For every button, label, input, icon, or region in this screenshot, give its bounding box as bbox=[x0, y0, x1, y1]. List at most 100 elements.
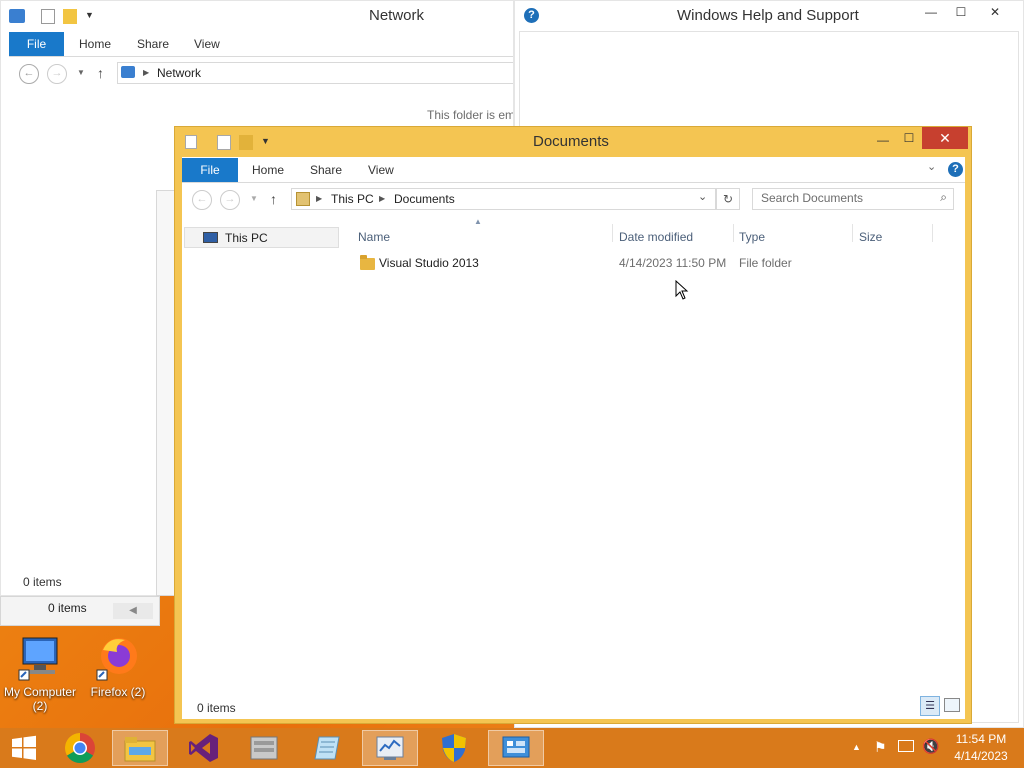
recent-locations-icon[interactable]: ▼ bbox=[250, 194, 258, 203]
up-button[interactable]: ↑ bbox=[97, 65, 104, 81]
desktop-icon-my-computer[interactable]: My Computer (2) bbox=[0, 634, 80, 713]
nav-item-this-pc[interactable]: This PC bbox=[184, 227, 339, 248]
forward-button[interactable]: → bbox=[220, 190, 240, 210]
back-button[interactable]: ← bbox=[19, 64, 39, 84]
column-header-size[interactable]: Size bbox=[859, 226, 882, 248]
properties-icon[interactable] bbox=[41, 9, 55, 24]
status-bar-text: 0 items bbox=[23, 575, 62, 589]
notepad-icon bbox=[314, 736, 340, 760]
background-explorer-window: 0 items ◀ bbox=[0, 596, 160, 626]
network-ribbon: File Home Share View bbox=[1, 32, 513, 56]
folder-icon[interactable] bbox=[239, 135, 253, 150]
address-bar[interactable]: ▶ Network bbox=[117, 62, 513, 84]
taskbar-file-explorer[interactable] bbox=[112, 730, 168, 766]
taskbar-server-manager[interactable] bbox=[236, 730, 292, 766]
clock-time: 11:54 PM bbox=[955, 732, 1007, 746]
column-header-name[interactable]: Name bbox=[358, 226, 390, 248]
show-hidden-icons-button[interactable]: ▲ bbox=[852, 742, 861, 752]
column-divider[interactable] bbox=[852, 224, 853, 242]
table-row[interactable]: Visual Studio 2013 4/14/2023 11:50 PM Fi… bbox=[350, 253, 950, 274]
column-divider[interactable] bbox=[932, 224, 933, 242]
minimize-button[interactable]: — bbox=[915, 1, 947, 25]
tab-home[interactable]: Home bbox=[79, 32, 111, 56]
recent-locations-icon[interactable]: ▼ bbox=[77, 68, 85, 77]
close-button[interactable]: ✕ bbox=[922, 127, 968, 149]
chevron-down-icon[interactable]: ▼ bbox=[261, 136, 270, 146]
start-button[interactable] bbox=[0, 730, 48, 766]
search-placeholder: Search Documents bbox=[761, 191, 864, 205]
details-view-button[interactable]: ☰ bbox=[920, 696, 940, 716]
column-header-date-modified[interactable]: Date modified bbox=[619, 226, 693, 248]
desktop-icon-firefox[interactable]: Firefox (2) bbox=[78, 634, 158, 699]
scroll-left-button[interactable]: ◀ bbox=[113, 603, 153, 619]
file-type: File folder bbox=[739, 256, 792, 270]
network-status-icon[interactable] bbox=[898, 740, 914, 752]
help-titlebar: ? Windows Help and Support — ☐ ✕ bbox=[515, 1, 1023, 31]
maximize-button[interactable]: ☐ bbox=[893, 127, 925, 151]
expand-ribbon-icon[interactable]: ⌄ bbox=[927, 160, 936, 173]
tab-file[interactable]: File bbox=[9, 32, 64, 56]
tab-share[interactable]: Share bbox=[137, 32, 169, 56]
column-header-type[interactable]: Type bbox=[739, 226, 765, 248]
breadcrumb-documents[interactable]: Documents bbox=[394, 189, 455, 209]
network-icon bbox=[9, 9, 25, 23]
folder-icon[interactable] bbox=[63, 9, 77, 24]
nav-pane: This PC bbox=[182, 221, 342, 691]
chevron-right-icon: ▶ bbox=[143, 68, 150, 77]
refresh-button[interactable]: ↻ bbox=[716, 188, 740, 210]
close-button[interactable]: ✕ bbox=[979, 1, 1011, 25]
search-input[interactable]: Search Documents ⌕ bbox=[752, 188, 954, 210]
forward-button[interactable]: → bbox=[47, 64, 67, 84]
shield-icon bbox=[442, 734, 466, 762]
computer-icon bbox=[203, 232, 218, 243]
tab-home[interactable]: Home bbox=[252, 158, 284, 182]
tab-view[interactable]: View bbox=[194, 32, 220, 56]
firefox-icon bbox=[96, 638, 137, 681]
properties-icon[interactable] bbox=[185, 135, 197, 149]
taskbar-chrome[interactable] bbox=[52, 730, 108, 766]
documents-folder-icon bbox=[296, 192, 310, 206]
breadcrumb-network[interactable]: Network bbox=[157, 63, 201, 83]
sort-ascending-icon: ▲ bbox=[474, 217, 482, 226]
status-bar-text: 0 items bbox=[197, 701, 236, 715]
tab-file[interactable]: File bbox=[182, 158, 238, 182]
documents-nav-bar: ← → ▼ ↑ ▶ This PC ▶ Documents ⌄ ↻ Search… bbox=[182, 188, 965, 218]
taskbar-notepad[interactable] bbox=[300, 730, 356, 766]
tab-share[interactable]: Share bbox=[310, 158, 342, 182]
address-bar[interactable]: ▶ This PC ▶ Documents ⌄ bbox=[291, 188, 716, 210]
maximize-button[interactable]: ☐ bbox=[945, 1, 977, 25]
chevron-down-icon[interactable]: ▼ bbox=[85, 10, 94, 20]
column-divider[interactable] bbox=[612, 224, 613, 242]
mouse-cursor-icon bbox=[675, 280, 689, 300]
taskbar-visual-studio[interactable] bbox=[176, 730, 232, 766]
column-divider[interactable] bbox=[733, 224, 734, 242]
chrome-icon bbox=[64, 733, 95, 764]
folder-icon bbox=[360, 255, 375, 270]
up-button[interactable]: ↑ bbox=[270, 191, 277, 207]
address-dropdown-icon[interactable]: ⌄ bbox=[698, 190, 707, 203]
help-icon[interactable]: ? bbox=[948, 162, 963, 177]
performance-monitor-icon bbox=[376, 736, 404, 760]
system-clock[interactable]: 11:54 PM 4/14/2023 bbox=[944, 731, 1018, 765]
windows-logo-icon bbox=[12, 735, 36, 760]
taskbar-security[interactable] bbox=[426, 730, 482, 766]
breadcrumb-this-pc[interactable]: This PC bbox=[331, 189, 374, 209]
control-panel-icon bbox=[502, 736, 530, 758]
tab-view[interactable]: View bbox=[368, 158, 394, 182]
desktop-icon-label: My Computer (2) bbox=[3, 685, 77, 713]
window-title: Documents bbox=[533, 133, 609, 150]
search-icon[interactable]: ⌕ bbox=[940, 190, 947, 205]
new-folder-icon[interactable] bbox=[217, 135, 231, 150]
taskbar-control-panel[interactable] bbox=[488, 730, 544, 766]
folder-icon bbox=[124, 737, 156, 762]
chevron-right-icon: ▶ bbox=[379, 194, 386, 203]
file-list: ▲ Name Date modified Type Size Visual St… bbox=[350, 217, 964, 690]
volume-muted-icon[interactable]: 🔇 bbox=[922, 738, 939, 755]
taskbar-performance-monitor[interactable] bbox=[362, 730, 418, 766]
action-center-flag-icon[interactable]: ⚑ bbox=[874, 739, 887, 756]
back-button[interactable]: ← bbox=[192, 190, 212, 210]
network-titlebar: ▼ Network bbox=[1, 1, 513, 31]
file-date-modified: 4/14/2023 11:50 PM bbox=[619, 256, 727, 270]
window-title: Network bbox=[369, 7, 425, 24]
large-icons-view-button[interactable] bbox=[944, 698, 960, 712]
